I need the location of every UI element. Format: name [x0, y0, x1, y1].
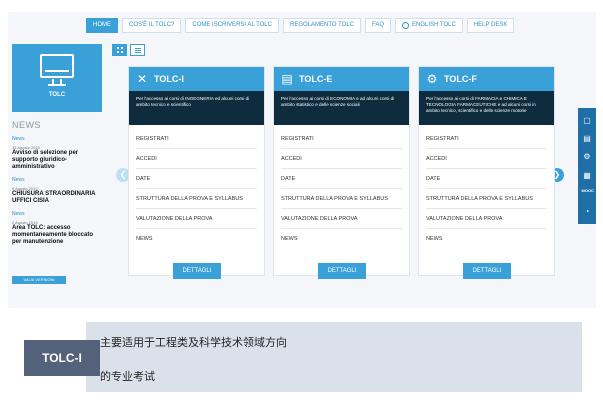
news-more-button[interactable]: VAI AI VERSIONI — [12, 276, 66, 284]
card-header: ▤ TOLC-E — [274, 67, 409, 91]
news-item[interactable]: News 9 Agosto 2019 CHIUSURA STRAORDINARI… — [12, 177, 104, 205]
card-title: TOLC-E — [299, 74, 333, 84]
news-title[interactable]: CHIUSURA STRAORDINARIA UFFICI CISIA — [12, 191, 104, 205]
link-date[interactable]: DATE — [426, 169, 547, 189]
link-registrati[interactable]: REGISTRATI — [281, 129, 402, 149]
details-button[interactable]: DETTAGLI — [463, 263, 511, 279]
nav-home[interactable]: HOME — [86, 18, 118, 33]
link-registrati[interactable]: REGISTRATI — [136, 129, 257, 149]
bar-chart-icon: ▤ — [281, 72, 293, 86]
link-valutazione[interactable]: VALUTAZIONE DELLA PROVA — [136, 209, 257, 229]
news-list: News 12 Agosto 2019 Avviso di selezione … — [12, 136, 104, 252]
pie-chart-icon[interactable]: ◔ — [582, 206, 593, 217]
document-icon[interactable]: ▤ — [582, 133, 593, 144]
caption-bar: 主要适用于工程类及科学技术领域方向 的专业考试 — [86, 322, 582, 392]
view-toggles — [112, 44, 145, 56]
card-description: Per l'accesso ai corsi di FARMACIA e CHI… — [419, 91, 554, 125]
news-item[interactable]: News 12 Agosto 2019 Avviso di selezione … — [12, 136, 104, 171]
card-tolc-e: ▤ TOLC-E Per l'accesso ai corsi di ECONO… — [273, 66, 410, 279]
monitor-icon — [40, 54, 74, 78]
caption-line-2: 的专业考试 — [100, 371, 155, 383]
news-title[interactable]: Avviso di selezione per supporto giuridi… — [12, 150, 104, 171]
link-registrati[interactable]: REGISTRATI — [426, 129, 547, 149]
card-tolc-i: ✕ TOLC-I Per l'accesso ai corsi di INGEG… — [128, 66, 265, 279]
link-accedi[interactable]: ACCEDI — [426, 149, 547, 169]
top-navigation: HOME COS'È IL TOLC? COME ISCRIVERSI AL T… — [86, 18, 515, 33]
card-header: ✕ TOLC-I — [129, 67, 264, 91]
link-accedi[interactable]: ACCEDI — [136, 149, 257, 169]
news-title[interactable]: Area TOLC: accesso momentaneamente blocc… — [12, 225, 104, 246]
chevron-left-icon: ❮ — [119, 170, 127, 179]
monitor-icon[interactable]: ▢ — [582, 115, 593, 126]
card-title: TOLC-I — [154, 74, 184, 84]
link-news[interactable]: NEWS — [136, 229, 257, 249]
nav-regolamento[interactable]: REGOLAMENTO TOLC — [282, 18, 362, 33]
card-links: REGISTRATI ACCEDI DATE STRUTTURA DELLA P… — [129, 125, 264, 249]
link-date[interactable]: DATE — [281, 169, 402, 189]
news-category: News — [12, 211, 25, 217]
list-view-button[interactable] — [130, 44, 145, 56]
gear-icon[interactable]: ⚙ — [582, 151, 593, 162]
link-accedi[interactable]: ACCEDI — [281, 149, 402, 169]
link-news[interactable]: NEWS — [426, 229, 547, 249]
nav-english-tolc-label: ENGLISH TOLC — [412, 22, 456, 28]
details-button[interactable]: DETTAGLI — [318, 263, 366, 279]
nav-faq[interactable]: FAQ — [365, 18, 392, 33]
link-struttura[interactable]: STRUTTURA DELLA PROVA E SYLLABUS — [136, 189, 257, 209]
news-heading: NEWS — [12, 120, 41, 130]
caption-line-1: 主要适用于工程类及科学技术领域方向 — [100, 337, 287, 349]
gear-icon: ⚙ — [426, 72, 438, 86]
card-title: TOLC-F — [444, 74, 477, 84]
link-date[interactable]: DATE — [136, 169, 257, 189]
card-links: REGISTRATI ACCEDI DATE STRUTTURA DELLA P… — [274, 125, 409, 249]
tolc-logo[interactable]: TOLC — [12, 44, 102, 112]
grid-view-button[interactable] — [112, 44, 127, 56]
card-description: Per l'accesso ai corsi di ECONOMIA e ad … — [274, 91, 409, 125]
mooc-button[interactable]: MOOC — [582, 188, 594, 199]
card-tolc-f: ⚙ TOLC-F Per l'accesso ai corsi di FARMA… — [418, 66, 555, 279]
card-description: Per l'accesso ai corsi di INGEGNERIA ed … — [129, 91, 264, 125]
globe-icon — [402, 22, 410, 29]
building-icon[interactable]: ▦ — [582, 170, 593, 181]
logo-label: TOLC — [48, 92, 66, 98]
nav-help-desk[interactable]: HELP DESK — [466, 18, 515, 33]
list-icon — [134, 47, 141, 53]
card-links: REGISTRATI ACCEDI DATE STRUTTURA DELLA P… — [419, 125, 554, 249]
nav-come-iscriversi[interactable]: COME ISCRIVERSI AL TOLC — [185, 18, 279, 33]
nav-cos-e-il-tolc[interactable]: COS'È IL TOLC? — [122, 18, 182, 33]
news-item[interactable]: News 2 Agosto 2019 Area TOLC: accesso mo… — [12, 211, 104, 246]
nav-english-tolc[interactable]: ENGLISH TOLC — [395, 18, 463, 33]
news-category: News — [12, 177, 25, 183]
link-valutazione[interactable]: VALUTAZIONE DELLA PROVA — [281, 209, 402, 229]
card-header: ⚙ TOLC-F — [419, 67, 554, 91]
link-news[interactable]: NEWS — [281, 229, 402, 249]
caption-tag: TOLC-I — [24, 340, 100, 376]
link-struttura[interactable]: STRUTTURA DELLA PROVA E SYLLABUS — [281, 189, 402, 209]
side-toolbar: ▢ ▤ ⚙ ▦ MOOC ◔ — [578, 108, 596, 224]
details-button[interactable]: DETTAGLI — [173, 263, 221, 279]
news-category: News — [12, 136, 25, 142]
website-screenshot: HOME COS'È IL TOLC? COME ISCRIVERSI AL T… — [8, 12, 596, 308]
grid-icon — [116, 47, 123, 53]
link-valutazione[interactable]: VALUTAZIONE DELLA PROVA — [426, 209, 547, 229]
tools-icon: ✕ — [136, 72, 148, 86]
link-struttura[interactable]: STRUTTURA DELLA PROVA E SYLLABUS — [426, 189, 547, 209]
